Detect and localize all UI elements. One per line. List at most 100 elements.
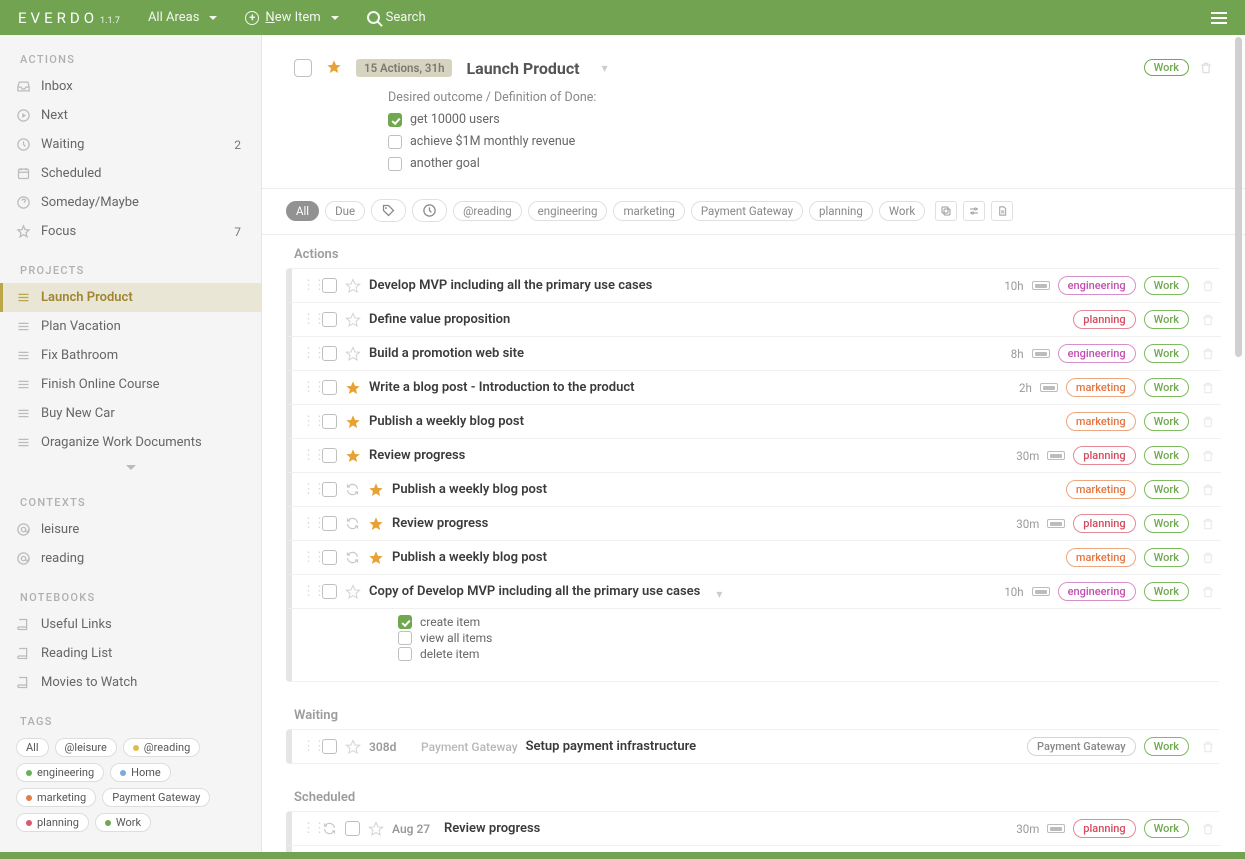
sidebar-project-oraganize-work-documents[interactable]: Oraganize Work Documents	[0, 428, 261, 457]
sidebar-item-scheduled[interactable]: Scheduled	[0, 159, 261, 188]
task-row[interactable]: ⋮⋮Aug 30Publish a weekly blog postmarket…	[286, 846, 1221, 852]
sidebar-tag-engineering[interactable]: engineering	[16, 763, 104, 782]
filter-chip-Due[interactable]: Due	[325, 201, 365, 221]
sidebar-project-plan-vacation[interactable]: Plan Vacation	[0, 312, 261, 341]
task-tag-work[interactable]: Work	[1144, 310, 1189, 329]
filter-chip-PaymentGateway[interactable]: Payment Gateway	[691, 201, 803, 221]
task-checkbox[interactable]	[322, 482, 337, 497]
sidebar-project-launch-product[interactable]: Launch Product	[0, 283, 261, 312]
task-title[interactable]: Setup payment infrastructure	[526, 739, 697, 754]
task-title[interactable]: Review progress	[444, 821, 540, 836]
sidebar-item-focus[interactable]: Focus 7	[0, 217, 261, 246]
task-tag-work[interactable]: Work	[1144, 480, 1189, 499]
task-tag-plan[interactable]: planning	[1073, 446, 1135, 465]
outcome-checkbox[interactable]	[388, 113, 402, 127]
task-tag-eng[interactable]: engineering	[1058, 582, 1136, 601]
task-tag-mkt[interactable]: marketing	[1066, 378, 1136, 397]
sidebar-tag-marketing[interactable]: marketing	[16, 788, 96, 807]
vertical-scrollbar[interactable]	[1235, 37, 1242, 850]
project-description[interactable]: Desired outcome / Definition of Done: ge…	[388, 88, 1221, 174]
filter-chip-planning[interactable]: planning	[809, 201, 873, 221]
task-delete-button[interactable]	[1201, 347, 1215, 361]
task-checkbox[interactable]	[322, 414, 337, 429]
task-tag-eng[interactable]: engineering	[1058, 344, 1136, 363]
task-delete-button[interactable]	[1201, 740, 1215, 754]
drag-handle[interactable]: ⋮⋮	[302, 821, 314, 836]
subtask-item[interactable]: create item	[398, 615, 492, 629]
task-tag-plan[interactable]: planning	[1073, 819, 1135, 838]
task-tag-plan[interactable]: planning	[1073, 310, 1135, 329]
task-star[interactable]	[368, 482, 384, 498]
sidebar-tag-planning[interactable]: planning	[16, 813, 89, 832]
hamburger-menu-icon[interactable]	[1211, 12, 1227, 24]
drag-handle[interactable]: ⋮⋮	[302, 482, 314, 497]
task-row[interactable]: ⋮⋮Build a promotion web site8hengineerin…	[286, 337, 1221, 371]
copy-button[interactable]	[935, 201, 957, 221]
filter-chip-engineering[interactable]: engineering	[528, 201, 608, 221]
drag-handle[interactable]: ⋮⋮	[302, 278, 314, 293]
task-checkbox[interactable]	[322, 448, 337, 463]
task-tag-work[interactable]: Work	[1144, 344, 1189, 363]
task-checkbox[interactable]	[345, 821, 360, 836]
task-row[interactable]: ⋮⋮ Publish a weekly blog post marketing Wor…	[286, 473, 1221, 507]
sidebar-item-waiting[interactable]: Waiting 2	[0, 130, 261, 159]
task-star[interactable]	[345, 346, 361, 362]
projects-expand-button[interactable]	[0, 457, 261, 478]
task-tag-work[interactable]: Work	[1144, 582, 1189, 601]
task-tag-mkt[interactable]: marketing	[1066, 480, 1136, 499]
task-tag-work[interactable]: Work	[1144, 446, 1189, 465]
filter-chip-reading[interactable]: @reading	[453, 201, 522, 221]
sliders-button[interactable]	[963, 201, 985, 221]
task-star[interactable]	[345, 312, 361, 328]
subtask-item[interactable]: delete item	[398, 647, 492, 661]
task-title[interactable]: Review progress	[392, 516, 488, 531]
task-tag-mkt[interactable]: marketing	[1066, 548, 1136, 567]
task-menu-caret[interactable]: ▾	[716, 587, 722, 601]
outcome-item[interactable]: get 10000 users	[388, 110, 1221, 130]
task-star[interactable]	[345, 414, 361, 430]
task-title[interactable]: Publish a weekly blog post	[392, 482, 547, 497]
task-tag-mkt[interactable]: marketing	[1066, 412, 1136, 431]
task-tag-work[interactable]: Work	[1144, 548, 1189, 567]
task-star[interactable]	[345, 380, 361, 396]
drag-handle[interactable]: ⋮⋮	[302, 346, 314, 361]
task-row[interactable]: ⋮⋮Write a blog post - Introduction to th…	[286, 371, 1221, 405]
filter-chip-Work[interactable]: Work	[879, 201, 925, 221]
task-title[interactable]: Review progress	[369, 448, 465, 463]
task-delete-button[interactable]	[1201, 551, 1215, 565]
task-delete-button[interactable]	[1201, 313, 1215, 327]
task-tag-eng[interactable]: engineering	[1058, 276, 1136, 295]
task-delete-button[interactable]	[1201, 822, 1215, 836]
title-menu-caret[interactable]: ▾	[602, 61, 608, 75]
task-title[interactable]: Publish a weekly blog post	[392, 550, 547, 565]
sidebar-context-leisure[interactable]: leisure	[0, 515, 261, 544]
task-title[interactable]: Publish a weekly blog post	[369, 414, 524, 429]
task-checkbox[interactable]	[322, 346, 337, 361]
sidebar-item-someday-maybe[interactable]: Someday/Maybe	[0, 188, 261, 217]
filter-chip-All[interactable]: All	[286, 201, 319, 221]
task-checkbox[interactable]	[322, 278, 337, 293]
sidebar-tag-leisure[interactable]: @leisure	[55, 738, 117, 757]
task-tag-work[interactable]: Work	[1144, 737, 1189, 756]
task-row[interactable]: ⋮⋮308dPayment GatewaySetup payment infra…	[286, 729, 1221, 764]
task-star[interactable]	[368, 550, 384, 566]
drag-handle[interactable]: ⋮⋮	[302, 516, 314, 531]
outcome-item[interactable]: achieve $1M monthly revenue	[388, 132, 1221, 152]
subtask-checkbox[interactable]	[398, 631, 412, 645]
sidebar-context-reading[interactable]: reading	[0, 544, 261, 573]
task-tag-work[interactable]: Work	[1144, 514, 1189, 533]
sidebar-notebook-movies-to-watch[interactable]: Movies to Watch	[0, 668, 261, 697]
task-tag-work[interactable]: Work	[1144, 819, 1189, 838]
task-delete-button[interactable]	[1201, 517, 1215, 531]
outcome-item[interactable]: another goal	[388, 154, 1221, 174]
sidebar-project-finish-online-course[interactable]: Finish Online Course	[0, 370, 261, 399]
sidebar-item-next[interactable]: Next	[0, 101, 261, 130]
sidebar-notebook-reading-list[interactable]: Reading List	[0, 639, 261, 668]
task-delete-button[interactable]	[1201, 415, 1215, 429]
task-tag-work[interactable]: Work	[1144, 276, 1189, 295]
task-title[interactable]: Write a blog post - Introduction to the …	[369, 380, 634, 395]
task-tag-work[interactable]: Work	[1144, 412, 1189, 431]
task-row[interactable]: ⋮⋮Review progress30mplanningWork	[286, 507, 1221, 541]
task-checkbox[interactable]	[322, 550, 337, 565]
task-checkbox[interactable]	[322, 584, 337, 599]
